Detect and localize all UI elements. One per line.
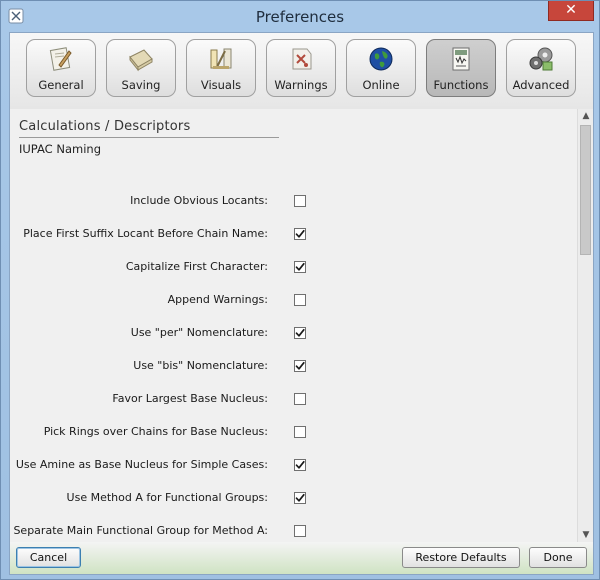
scroll-thumb[interactable] — [580, 125, 591, 255]
tab-warnings-label: Warnings — [274, 78, 328, 92]
option-label: Use Amine as Base Nucleus for Simple Cas… — [15, 458, 268, 471]
tab-online[interactable]: Online — [346, 39, 416, 97]
option-label: Capitalize First Character: — [125, 260, 268, 273]
tab-saving[interactable]: Saving — [106, 39, 176, 97]
tab-advanced[interactable]: Advanced — [506, 39, 576, 97]
restore-defaults-button[interactable]: Restore Defaults — [402, 547, 520, 568]
option-checkbox[interactable] — [294, 195, 306, 207]
online-icon — [367, 45, 395, 73]
section-divider — [19, 137, 279, 138]
tab-advanced-label: Advanced — [512, 78, 570, 92]
preferences-client: General Saving Visuals Warnings Online F… — [9, 32, 594, 575]
option-label: Use "bis" Nomenclature: — [133, 359, 268, 372]
warnings-icon — [287, 45, 315, 73]
saving-icon — [127, 45, 155, 73]
option-label: Use Method A for Functional Groups: — [66, 491, 268, 504]
option-label: Use "per" Nomenclature: — [130, 326, 268, 339]
done-button[interactable]: Done — [529, 547, 587, 568]
preferences-window: Preferences ✕ General Saving Visuals War… — [0, 0, 600, 580]
option-label: Append Warnings: — [167, 293, 268, 306]
tab-general-label: General — [38, 78, 84, 92]
cancel-button[interactable]: Cancel — [16, 547, 81, 568]
tab-general[interactable]: General — [26, 39, 96, 97]
option-checkbox[interactable] — [294, 327, 306, 339]
tab-functions[interactable]: Functions — [426, 39, 496, 97]
category-toolbar: General Saving Visuals Warnings Online F… — [10, 33, 593, 109]
preferences-content: Calculations / Descriptors IUPAC Naming … — [10, 109, 577, 542]
option-label: Favor Largest Base Nucleus: — [112, 392, 268, 405]
dialog-footer: Cancel Restore Defaults Done — [10, 542, 593, 574]
option-label: Pick Rings over Chains for Base Nucleus: — [43, 425, 268, 438]
close-button[interactable]: ✕ — [548, 1, 594, 21]
tab-visuals[interactable]: Visuals — [186, 39, 256, 97]
general-icon — [47, 45, 75, 73]
scroll-up-icon[interactable]: ▲ — [578, 109, 594, 123]
option-checkbox[interactable] — [294, 525, 306, 537]
title-bar[interactable]: Preferences ✕ — [1, 1, 599, 31]
vertical-scrollbar[interactable]: ▲ ▼ — [577, 109, 593, 542]
option-label: Separate Main Functional Group for Metho… — [13, 524, 268, 537]
option-label: Place First Suffix Locant Before Chain N… — [23, 227, 268, 240]
visuals-icon — [207, 45, 235, 73]
section-title: Calculations / Descriptors — [19, 119, 191, 134]
option-checkbox[interactable] — [294, 459, 306, 471]
option-checkbox[interactable] — [294, 492, 306, 504]
option-checkbox[interactable] — [294, 261, 306, 273]
iupac-naming-heading: IUPAC Naming — [19, 142, 101, 156]
option-checkbox[interactable] — [294, 294, 306, 306]
tab-saving-label: Saving — [121, 78, 161, 92]
tab-online-label: Online — [362, 78, 400, 92]
option-checkbox[interactable] — [294, 228, 306, 240]
tab-warnings[interactable]: Warnings — [266, 39, 336, 97]
option-checkbox[interactable] — [294, 360, 306, 372]
option-checkbox[interactable] — [294, 393, 306, 405]
functions-icon — [447, 45, 475, 73]
option-checkbox[interactable] — [294, 426, 306, 438]
window-title: Preferences — [255, 8, 345, 26]
tab-functions-label: Functions — [433, 78, 489, 92]
tab-visuals-label: Visuals — [200, 78, 242, 92]
scroll-down-icon[interactable]: ▼ — [578, 528, 594, 542]
advanced-icon — [527, 45, 555, 73]
option-label: Include Obvious Locants: — [130, 194, 268, 207]
